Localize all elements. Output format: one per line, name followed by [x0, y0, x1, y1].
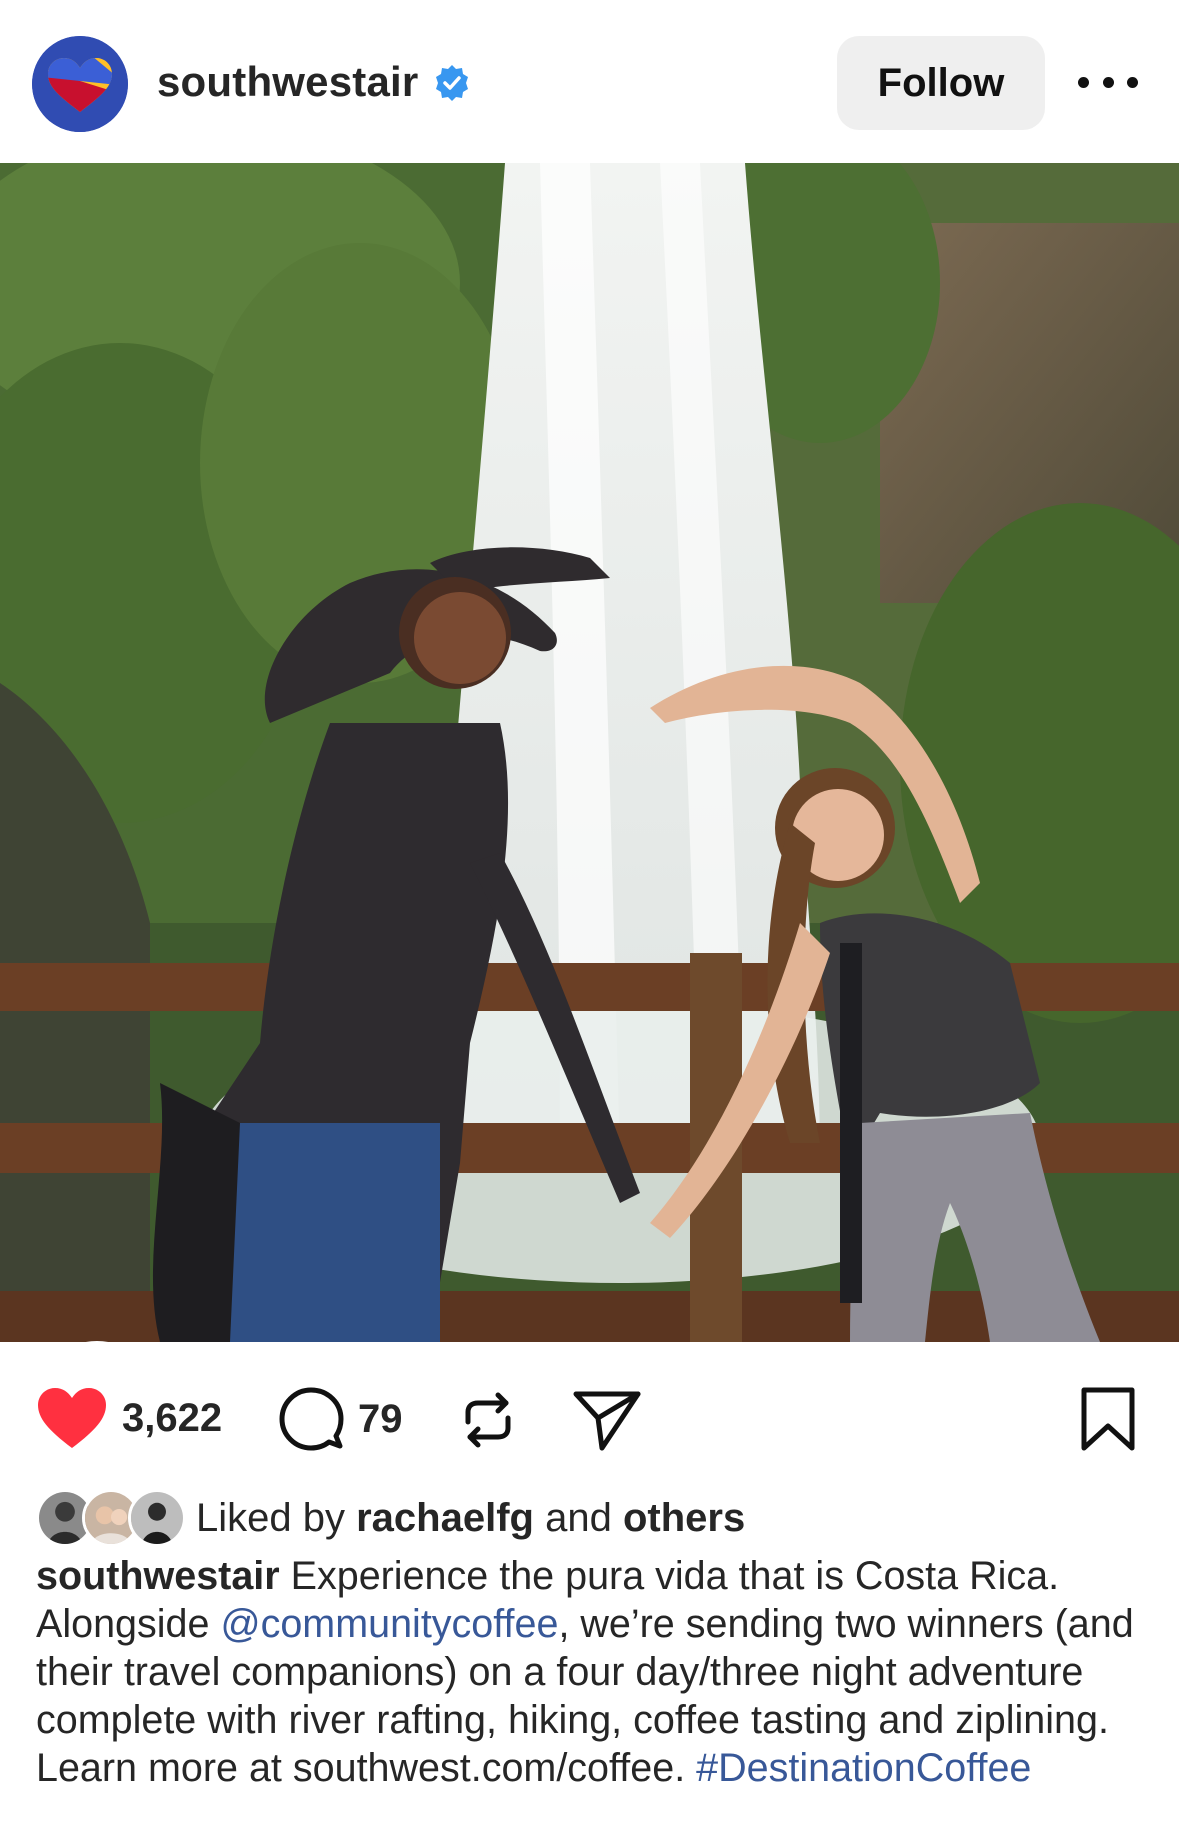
tagged-users-avatar[interactable] — [34, 1341, 160, 1342]
liked-by-user[interactable]: rachaelfg — [356, 1496, 534, 1540]
verified-badge-icon — [436, 65, 468, 101]
heart-liked-icon[interactable] — [36, 1386, 108, 1450]
like-count[interactable]: 3,622 — [122, 1396, 222, 1441]
repost-group — [458, 1390, 518, 1450]
profile-avatar[interactable] — [32, 36, 128, 132]
post-header: southwestair Follow — [0, 0, 1179, 163]
like-group: 3,622 — [36, 1386, 222, 1450]
liked-by-others[interactable]: others — [623, 1496, 745, 1540]
southwest-heart-logo — [32, 36, 128, 132]
comment-icon[interactable] — [278, 1386, 344, 1452]
liked-by-avatars — [36, 1489, 186, 1547]
share-group — [572, 1388, 642, 1452]
action-bar: 3,622 79 — [0, 1360, 1179, 1470]
post-photo[interactable] — [0, 163, 1179, 1342]
follow-button[interactable]: Follow — [837, 36, 1045, 130]
liked-by-text: Liked by rachaelfg and others — [196, 1496, 745, 1541]
bookmark-icon[interactable] — [1080, 1386, 1136, 1452]
liked-by-and: and — [545, 1495, 612, 1540]
repost-icon[interactable] — [458, 1390, 518, 1450]
comment-group: 79 — [278, 1386, 403, 1452]
liked-by[interactable]: Liked by rachaelfg and others — [36, 1488, 745, 1548]
liked-by-prefix: Liked by — [196, 1495, 345, 1540]
post-caption: southwestair Experience the pura vida th… — [36, 1552, 1156, 1792]
mention-link[interactable]: @communitycoffee — [220, 1602, 558, 1646]
comment-count[interactable]: 79 — [358, 1397, 403, 1442]
hashtag-link[interactable]: #DestinationCoffee — [696, 1746, 1031, 1790]
photo-image — [0, 163, 1179, 1342]
username[interactable]: southwestair — [157, 58, 418, 106]
more-options-icon[interactable] — [1078, 62, 1138, 102]
save-group — [1080, 1386, 1136, 1452]
caption-username[interactable]: southwestair — [36, 1554, 280, 1598]
share-icon[interactable] — [572, 1388, 642, 1452]
avatar — [128, 1489, 186, 1547]
